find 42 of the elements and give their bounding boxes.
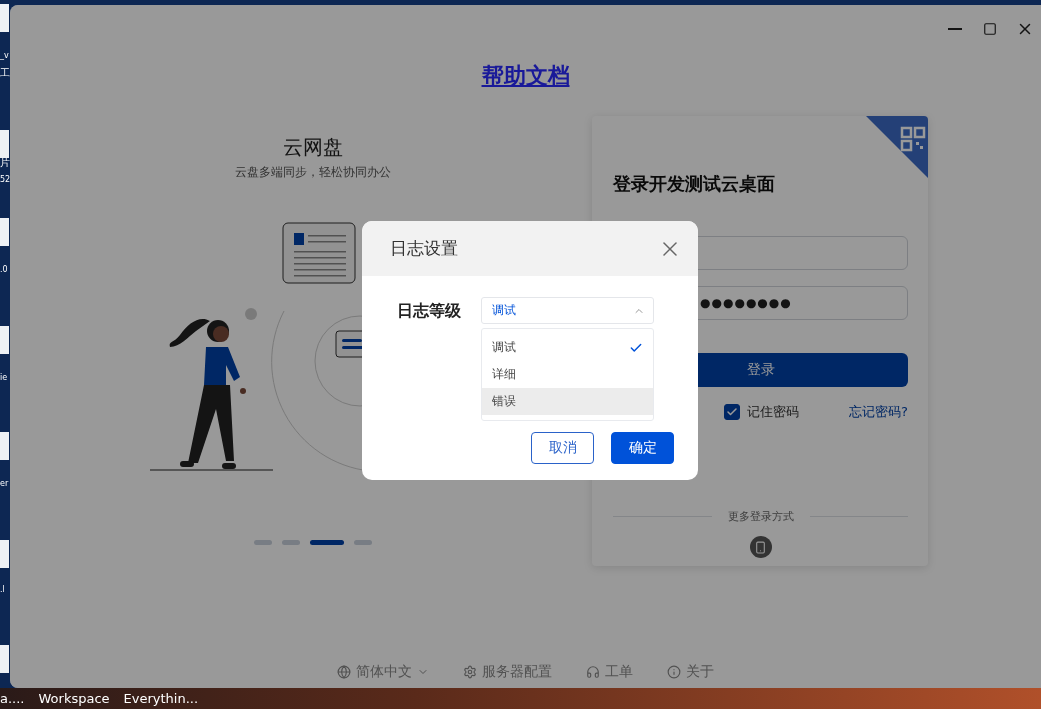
file-icon[interactable] — [0, 326, 9, 354]
more-login-methods-label: 更多登录方式 — [727, 509, 794, 524]
cancel-button[interactable]: 取消 — [531, 432, 594, 464]
info-icon — [667, 665, 681, 679]
file-icon[interactable] — [0, 130, 9, 158]
log-level-select[interactable]: 调试 — [481, 297, 654, 324]
settings-icon — [463, 665, 477, 679]
taskbar-item[interactable]: a.... — [0, 691, 25, 706]
login-title: 登录开发测试云桌面 — [613, 172, 776, 196]
field-label: 日志等级 — [397, 301, 461, 322]
desktop-icon-label: .l — [0, 586, 5, 594]
remember-label: 记住密码 — [747, 403, 800, 421]
desktop-icon-label: 52 — [0, 176, 11, 184]
headset-icon — [586, 665, 600, 679]
phone-login-button[interactable] — [749, 536, 772, 558]
carousel-subtitle: 云盘多端同步，轻松协同办公 — [235, 164, 391, 181]
desktop-icon-label: 工 — [0, 68, 10, 78]
desktop-icon-label: _v — [0, 52, 9, 60]
globe-icon — [337, 665, 351, 679]
minimize-icon — [948, 28, 962, 30]
confirm-button[interactable]: 确定 — [611, 432, 674, 464]
file-icon[interactable] — [0, 4, 9, 32]
dialog-title: 日志设置 — [390, 237, 458, 260]
taskbar-item[interactable]: Workspace — [38, 691, 110, 706]
qr-code-corner-icon[interactable] — [866, 116, 928, 178]
forgot-password-link[interactable]: 忘记密码? — [849, 403, 908, 421]
file-icon[interactable] — [0, 218, 9, 246]
desktop-icon-label: 片 — [0, 158, 10, 168]
file-icon[interactable] — [0, 432, 9, 460]
dropdown-option[interactable]: 错误 — [482, 388, 653, 415]
check-icon — [726, 406, 739, 418]
remember-checkbox[interactable] — [724, 404, 741, 420]
desktop-icon-label: ie — [0, 374, 8, 382]
desktop-icon-label: .0 — [0, 266, 8, 274]
desktop-icon-label: er — [0, 480, 9, 488]
file-icon[interactable] — [0, 540, 9, 568]
phone-icon — [754, 540, 767, 554]
taskbar-item[interactable]: Everythin... — [123, 691, 199, 706]
help-link[interactable]: 帮助文档 — [481, 61, 570, 87]
carousel-title: 云网盘 — [283, 134, 343, 160]
maximize-icon — [983, 22, 997, 36]
file-icon[interactable] — [0, 645, 9, 673]
